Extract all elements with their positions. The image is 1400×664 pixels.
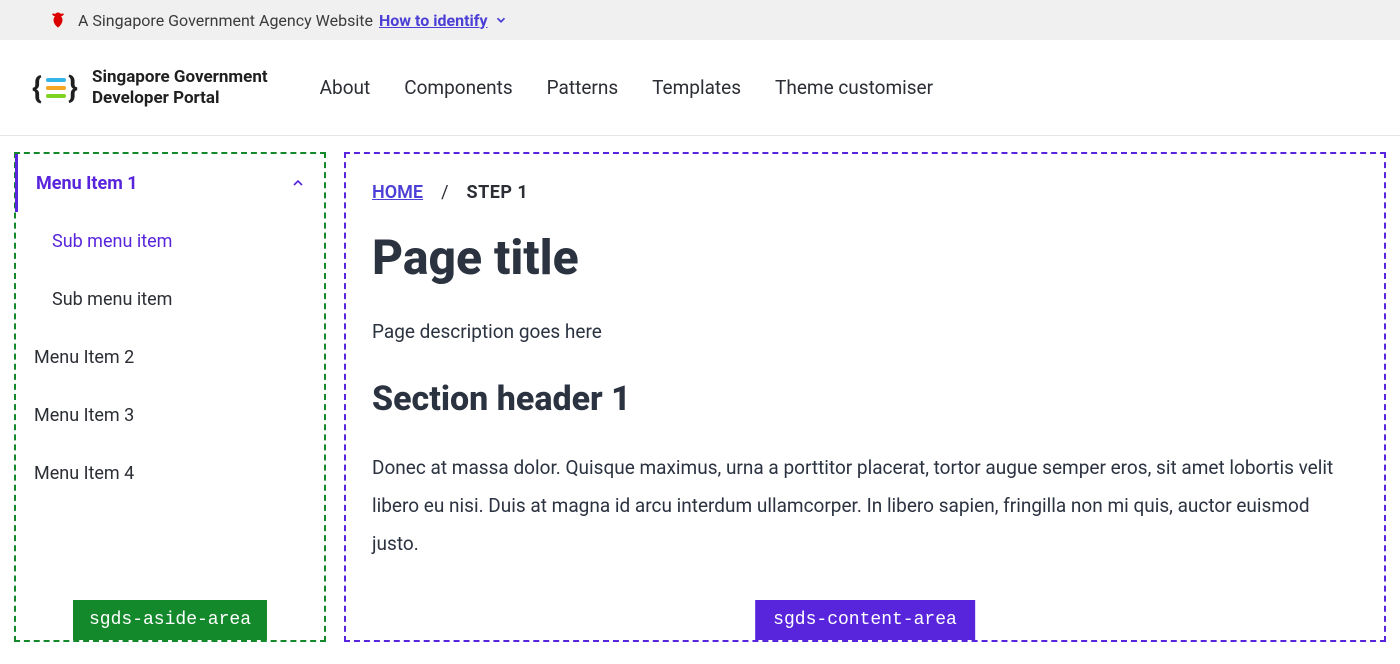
sidebar-item-label: Menu Item 1 [36, 173, 138, 194]
sidebar-item-label: Menu Item 4 [34, 463, 134, 484]
svg-text:{: { [32, 71, 42, 106]
section-body-text: Donec at massa dolor. Quisque maximus, u… [372, 449, 1358, 563]
brand-logo[interactable]: { } Singapore Government Developer Porta… [32, 67, 268, 108]
gov-banner: A Singapore Government Agency Website Ho… [0, 0, 1400, 40]
breadcrumb-separator: / [441, 182, 448, 203]
breadcrumb-current: STEP 1 [467, 182, 529, 203]
brand-name: Singapore Government Developer Portal [92, 67, 268, 108]
aside-area-tag: sgds-aside-area [73, 600, 267, 640]
nav-components[interactable]: Components [404, 76, 512, 99]
nav-patterns[interactable]: Patterns [547, 76, 618, 99]
svg-text:}: } [68, 71, 78, 106]
logo-icon: { } [32, 68, 80, 108]
singapore-lion-icon [48, 10, 68, 30]
content-area-tag: sgds-content-area [755, 600, 975, 640]
nav-templates[interactable]: Templates [652, 76, 741, 99]
sidebar-item-label: Sub menu item [52, 231, 172, 252]
how-to-identify-label: How to identify [379, 11, 488, 30]
sidebar-menu-item-1[interactable]: Menu Item 1 [15, 154, 324, 212]
gov-banner-text: A Singapore Government Agency Website [78, 11, 373, 30]
primary-nav: About Components Patterns Templates Them… [320, 76, 933, 99]
section-header-1: Section header 1 [372, 379, 1358, 419]
layout-row: Menu Item 1 Sub menu item Sub menu item … [0, 136, 1400, 642]
breadcrumb: HOME / STEP 1 [372, 182, 1358, 203]
sidebar-menu-item-4[interactable]: Menu Item 4 [16, 444, 324, 502]
content-area: HOME / STEP 1 Page title Page descriptio… [344, 152, 1386, 642]
page-description: Page description goes here [372, 320, 1358, 343]
brand-line-1: Singapore Government [92, 67, 268, 87]
how-to-identify-link[interactable]: How to identify [379, 11, 508, 30]
aside-area: Menu Item 1 Sub menu item Sub menu item … [14, 152, 326, 642]
sidebar-menu-item-3[interactable]: Menu Item 3 [16, 386, 324, 444]
sidebar-item-label: Sub menu item [52, 289, 172, 310]
sidebar-item-label: Menu Item 2 [34, 347, 134, 368]
page-title: Page title [372, 229, 1358, 286]
brand-line-2: Developer Portal [92, 88, 268, 108]
main-header: { } Singapore Government Developer Porta… [0, 40, 1400, 136]
breadcrumb-home-link[interactable]: HOME [372, 182, 423, 203]
sidebar-sub-item-1[interactable]: Sub menu item [16, 212, 324, 270]
nav-about[interactable]: About [320, 76, 371, 99]
sidebar-item-label: Menu Item 3 [34, 405, 134, 426]
sidebar-sub-item-2[interactable]: Sub menu item [16, 270, 324, 328]
sidebar-menu-item-2[interactable]: Menu Item 2 [16, 328, 324, 386]
nav-theme-customiser[interactable]: Theme customiser [775, 76, 933, 99]
chevron-up-icon [290, 175, 306, 191]
chevron-down-icon [494, 13, 508, 27]
